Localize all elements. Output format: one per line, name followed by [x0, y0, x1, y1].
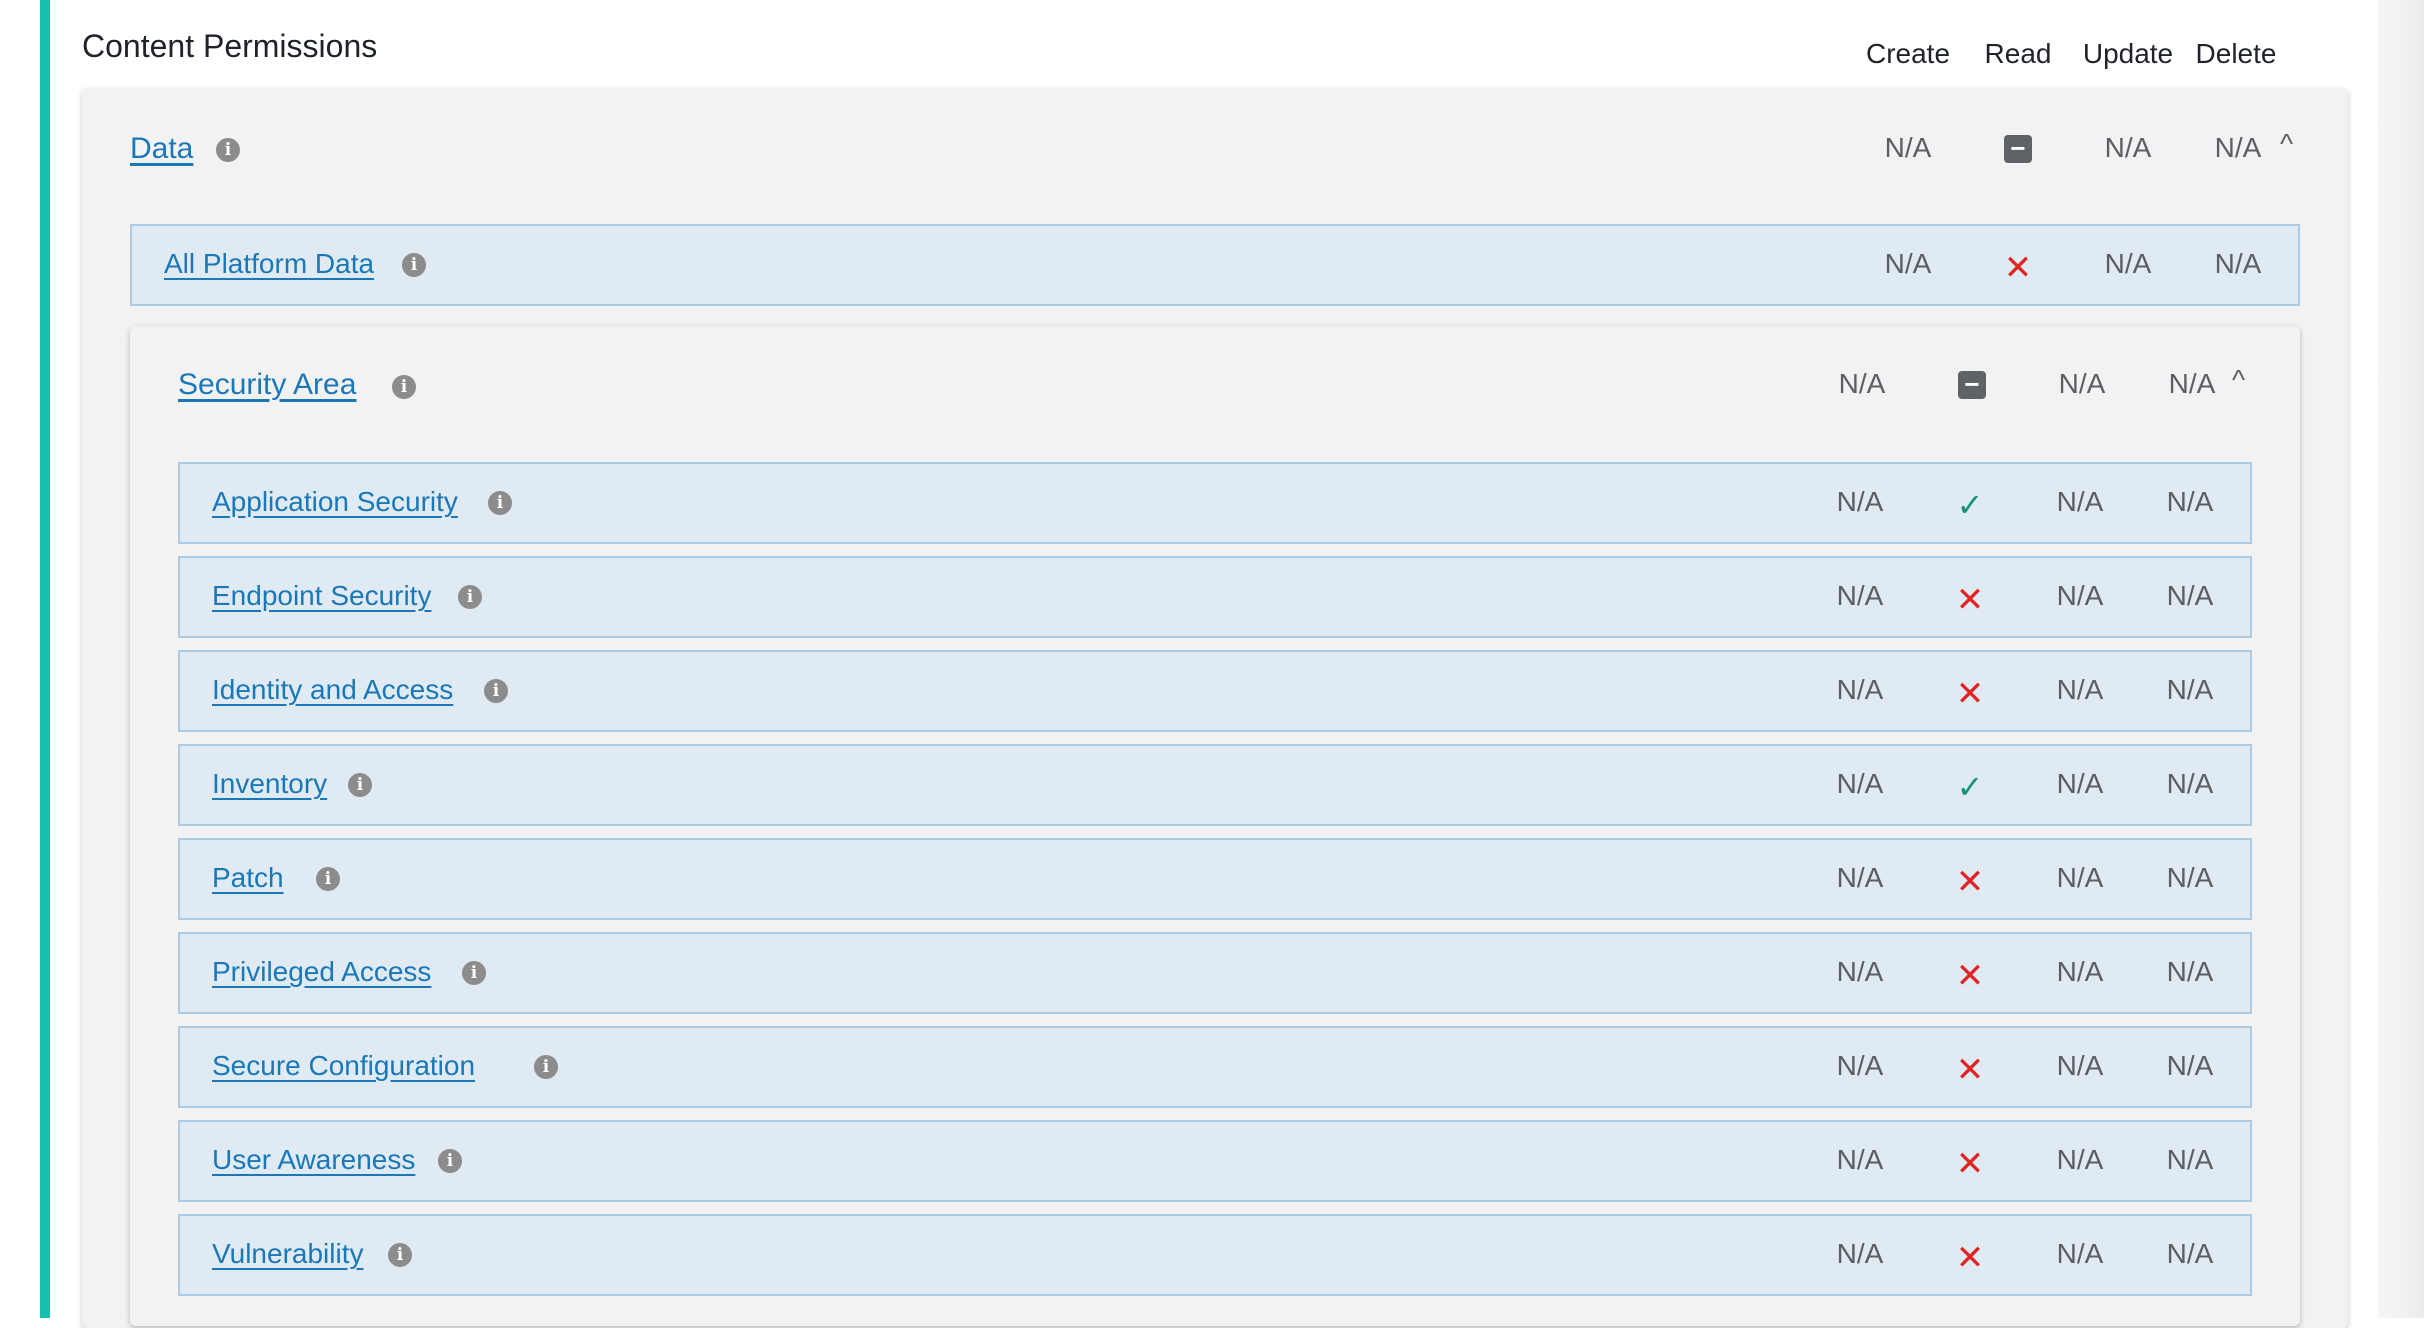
- permission-delete: N/A: [2166, 1144, 2214, 1175]
- permission-create: N/A: [1884, 248, 1932, 279]
- permission-create: N/A: [1836, 1050, 1884, 1081]
- permission-read-check-icon[interactable]: ✓: [1915, 768, 2025, 806]
- security-item-link[interactable]: Patch: [212, 862, 284, 894]
- permission-create: N/A: [1836, 956, 1884, 987]
- permission-update: N/A: [2056, 1050, 2104, 1081]
- column-header-update: Update: [2082, 38, 2174, 69]
- security-item-row: User Awareness i N/A ✕ N/A N/A: [178, 1120, 2252, 1202]
- security-item-link[interactable]: Privileged Access: [212, 956, 431, 988]
- info-icon[interactable]: i: [458, 585, 482, 609]
- permission-update: N/A: [2056, 580, 2104, 611]
- info-icon[interactable]: i: [462, 961, 486, 985]
- security-area-link[interactable]: Security Area: [178, 368, 356, 402]
- permission-update: N/A: [2058, 368, 2106, 399]
- permission-read-x-icon[interactable]: ✕: [1915, 674, 2025, 714]
- security-item-link[interactable]: Secure Configuration: [212, 1050, 475, 1082]
- column-header-read: Read: [1984, 38, 2052, 69]
- all-platform-data-link[interactable]: All Platform Data: [164, 248, 374, 280]
- permission-read-x-icon[interactable]: ✕: [1963, 248, 2073, 288]
- permission-delete: N/A: [2166, 1238, 2214, 1269]
- info-icon[interactable]: i: [488, 491, 512, 515]
- security-item-row: Privileged Access i N/A ✕ N/A N/A: [178, 932, 2252, 1014]
- permission-delete: N/A: [2168, 368, 2216, 399]
- security-item-row: Application Security i N/A ✓ N/A N/A: [178, 462, 2252, 544]
- permission-create: N/A: [1836, 768, 1884, 799]
- left-accent-bar: [40, 0, 50, 1318]
- permission-read-x-icon[interactable]: ✕: [1915, 580, 2025, 620]
- info-icon[interactable]: i: [392, 375, 416, 399]
- info-icon[interactable]: i: [534, 1055, 558, 1079]
- permission-read-x-icon[interactable]: ✕: [1915, 956, 2025, 996]
- permission-delete: N/A: [2166, 674, 2214, 705]
- permission-read-check-icon[interactable]: ✓: [1915, 486, 2025, 524]
- permission-delete: N/A: [2214, 248, 2262, 279]
- permission-create: N/A: [1836, 1238, 1884, 1269]
- permission-read-x-icon[interactable]: ✕: [1915, 1238, 2025, 1278]
- permission-create: N/A: [1884, 132, 1932, 163]
- column-header-create: Create: [1865, 38, 1951, 69]
- permission-update: N/A: [2104, 132, 2152, 163]
- security-item-row: Identity and Access i N/A ✕ N/A N/A: [178, 650, 2252, 732]
- permission-delete: N/A: [2166, 862, 2214, 893]
- permission-create: N/A: [1836, 674, 1884, 705]
- permission-delete: N/A: [2166, 1050, 2214, 1081]
- permission-update: N/A: [2056, 768, 2104, 799]
- permission-update: N/A: [2056, 674, 2104, 705]
- permission-update: N/A: [2056, 956, 2104, 987]
- permission-delete: N/A: [2166, 580, 2214, 611]
- permission-read[interactable]: −: [1963, 132, 2073, 164]
- security-item-row: Patch i N/A ✕ N/A N/A: [178, 838, 2252, 920]
- permission-create: N/A: [1836, 1144, 1884, 1175]
- permission-update: N/A: [2056, 486, 2104, 517]
- security-item-link[interactable]: User Awareness: [212, 1144, 415, 1176]
- info-icon[interactable]: i: [348, 773, 372, 797]
- permission-update: N/A: [2056, 1238, 2104, 1269]
- data-group-link[interactable]: Data: [130, 132, 193, 166]
- permission-create: N/A: [1836, 486, 1884, 517]
- info-icon[interactable]: i: [484, 679, 508, 703]
- permission-delete: N/A: [2214, 132, 2262, 163]
- security-item-link[interactable]: Inventory: [212, 768, 327, 800]
- security-item-row: Endpoint Security i N/A ✕ N/A N/A: [178, 556, 2252, 638]
- column-header-delete: Delete: [2195, 38, 2277, 69]
- permission-read-x-icon[interactable]: ✕: [1915, 1050, 2025, 1090]
- info-icon[interactable]: i: [216, 138, 240, 162]
- permission-update: N/A: [2104, 248, 2152, 279]
- permission-read-x-icon[interactable]: ✕: [1915, 1144, 2025, 1184]
- security-item-link[interactable]: Identity and Access: [212, 674, 453, 706]
- permission-create: N/A: [1838, 368, 1886, 399]
- permission-delete: N/A: [2166, 486, 2214, 517]
- section-title: Content Permissions: [82, 28, 378, 64]
- security-item-row: Vulnerability i N/A ✕ N/A N/A: [178, 1214, 2252, 1296]
- permission-read[interactable]: −: [1917, 368, 2027, 400]
- permission-create: N/A: [1836, 580, 1884, 611]
- minus-square-icon[interactable]: −: [1958, 371, 1986, 399]
- permission-create: N/A: [1836, 862, 1884, 893]
- right-edge-shadow: [2378, 0, 2424, 1318]
- info-icon[interactable]: i: [402, 253, 426, 277]
- security-item-link[interactable]: Application Security: [212, 486, 458, 518]
- minus-square-icon[interactable]: −: [2004, 135, 2032, 163]
- security-item-link[interactable]: Endpoint Security: [212, 580, 431, 612]
- permission-update: N/A: [2056, 862, 2104, 893]
- security-item-row: Inventory i N/A ✓ N/A N/A: [178, 744, 2252, 826]
- security-item-row: Secure Configuration i N/A ✕ N/A N/A: [178, 1026, 2252, 1108]
- chevron-up-icon[interactable]: ^: [2232, 364, 2245, 396]
- chevron-up-icon[interactable]: ^: [2280, 128, 2293, 160]
- permission-delete: N/A: [2166, 956, 2214, 987]
- info-icon[interactable]: i: [388, 1243, 412, 1267]
- security-item-link[interactable]: Vulnerability: [212, 1238, 363, 1270]
- permission-read-x-icon[interactable]: ✕: [1915, 862, 2025, 902]
- all-platform-data-row: All Platform Data i N/A ✕ N/A N/A: [130, 224, 2300, 306]
- permission-update: N/A: [2056, 1144, 2104, 1175]
- security-area-panel: Security Area i N/A − N/A N/A ^ Application…: [130, 326, 2300, 1326]
- permission-delete: N/A: [2166, 768, 2214, 799]
- info-icon[interactable]: i: [438, 1149, 462, 1173]
- info-icon[interactable]: i: [316, 867, 340, 891]
